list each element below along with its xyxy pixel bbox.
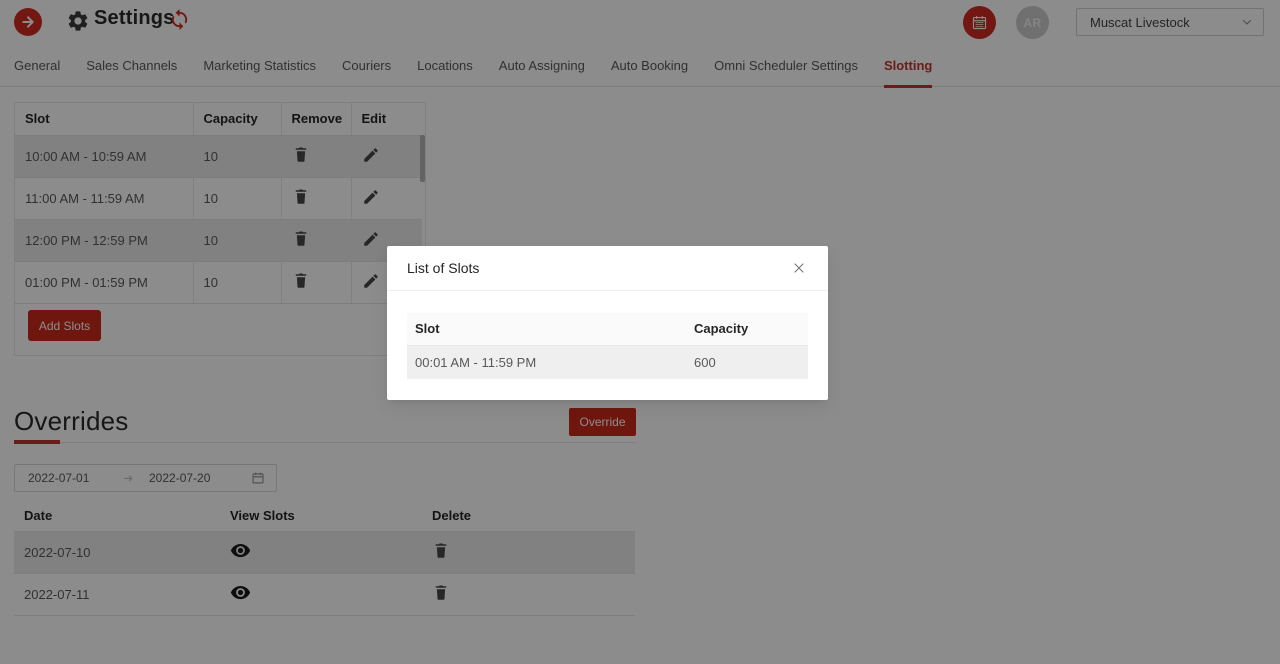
modal-capacity-cell: 600: [686, 345, 808, 379]
modal-slot-cell: 00:01 AM - 11:59 PM: [407, 345, 686, 379]
modal-body: Slot Capacity 00:01 AM - 11:59 PM 600: [387, 291, 828, 379]
modal-title: List of Slots: [407, 260, 792, 276]
modal-slots-table: Slot Capacity 00:01 AM - 11:59 PM 600: [407, 313, 808, 379]
table-row: 00:01 AM - 11:59 PM 600: [407, 345, 808, 379]
modal-close-button[interactable]: [792, 260, 808, 276]
modal-header: List of Slots: [387, 246, 828, 291]
modal-col-header-capacity: Capacity: [686, 313, 808, 345]
close-icon: [792, 261, 808, 275]
modal-col-header-slot: Slot: [407, 313, 686, 345]
list-of-slots-modal: List of Slots Slot Capacity 00:01 AM - 1…: [387, 246, 828, 400]
